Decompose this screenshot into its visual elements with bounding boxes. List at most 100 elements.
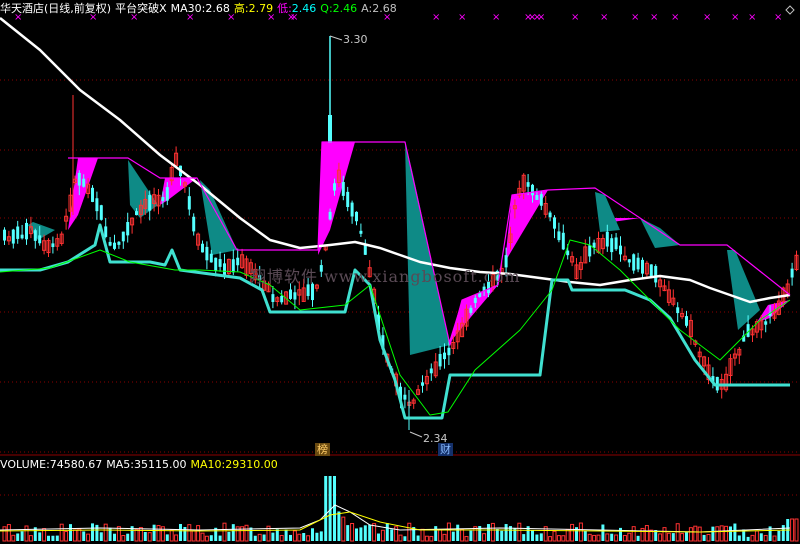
volume-bar — [706, 534, 711, 542]
candle-body — [355, 211, 358, 222]
candle-body — [350, 202, 354, 217]
volume-bar — [77, 528, 82, 542]
volume-bar — [715, 526, 720, 542]
volume-bar — [601, 524, 605, 541]
volume-bar — [350, 522, 355, 542]
ma30-value: 2.68 — [205, 2, 230, 15]
candle-body — [333, 183, 336, 191]
high-label: 高: — [233, 2, 249, 15]
q-label: Q: — [320, 2, 333, 15]
volume-bar — [407, 522, 412, 542]
volume-bar — [578, 522, 583, 542]
signal-x-mark: × — [650, 12, 658, 23]
volume-bar — [262, 534, 266, 541]
candle-body — [341, 181, 345, 196]
price-candles — [3, 36, 799, 430]
volume-bar — [675, 523, 680, 542]
volume-bar — [592, 534, 597, 542]
candle-body — [201, 243, 204, 253]
volume-label: VOLUME: — [0, 458, 50, 471]
volume-bar — [487, 524, 490, 541]
candle-body — [447, 347, 451, 356]
candle-body — [346, 191, 350, 208]
signal-x-mark: × — [458, 12, 466, 23]
volume-bar — [333, 476, 336, 541]
volume-bar — [16, 533, 20, 541]
volume-bar — [368, 524, 372, 541]
candle-body — [535, 195, 539, 200]
watermark-text: 翔博软件 www.xiangbosoft.com — [250, 267, 521, 286]
candle-body — [649, 264, 653, 277]
ma10-value: 29310.00 — [225, 458, 278, 471]
volume-bar — [183, 527, 187, 541]
volume-bar — [28, 535, 33, 542]
volume-bar — [346, 525, 350, 541]
signal-x-mark: × — [671, 12, 679, 23]
volume-bar — [772, 535, 777, 542]
indicator-name: 平台突破X — [115, 2, 167, 15]
candle-body — [632, 254, 636, 271]
candle-body — [526, 182, 530, 187]
volume-bar — [59, 523, 64, 542]
max-price-label: 3.30 — [343, 33, 368, 46]
signal-x-mark: × — [537, 12, 545, 23]
volume-bar — [561, 535, 566, 542]
volume-bar — [24, 525, 29, 542]
volume-bar — [416, 535, 420, 541]
volume-bar — [315, 532, 319, 541]
candle-body — [539, 194, 543, 206]
candle-body — [209, 253, 213, 263]
candle-body — [443, 352, 446, 360]
volume-bar — [759, 533, 763, 541]
a-value: 2.68 — [372, 2, 397, 15]
volume-bar — [746, 536, 750, 541]
candle-body — [289, 289, 292, 299]
volume-bar — [143, 532, 147, 541]
candle-body — [236, 257, 240, 266]
volume-bar — [619, 527, 622, 541]
signal-x-mark: × — [600, 12, 608, 23]
candle-body — [161, 197, 165, 202]
volume-bar — [91, 523, 94, 541]
volume-bar — [51, 535, 55, 541]
candle-body — [553, 217, 556, 229]
volume-bar — [627, 532, 632, 542]
candle-max-body — [328, 115, 332, 143]
candle-body — [214, 257, 218, 271]
candle-body — [557, 231, 561, 241]
volume-bar — [359, 527, 363, 541]
volume-bar — [341, 516, 346, 542]
volume-bar — [209, 535, 213, 541]
volume-bar — [72, 529, 77, 542]
badge-cai[interactable]: 财 — [438, 443, 453, 456]
candle-body — [25, 222, 28, 240]
volume-bar — [169, 529, 174, 542]
volume-panel-header: VOLUME:74580.67 MA5:35115.00 MA10:29310.00 — [0, 458, 282, 472]
badge-bang[interactable]: 榜 — [315, 443, 330, 456]
signal-x-mark: × — [631, 12, 639, 23]
volume-bar — [275, 529, 279, 541]
volume-bar — [302, 533, 306, 541]
volume-bar — [82, 531, 86, 541]
volume-bar — [442, 533, 447, 542]
candle-body — [654, 266, 658, 283]
volume-bar — [680, 533, 685, 542]
volume-bar — [249, 527, 253, 541]
volume-bar — [11, 534, 16, 542]
volume-bar — [244, 524, 249, 542]
volume-bar — [292, 530, 297, 542]
volume-bar — [311, 528, 314, 541]
volume-bar — [187, 524, 192, 542]
volume-bar — [565, 528, 570, 542]
volume-bar — [794, 518, 799, 542]
candle-body — [429, 368, 433, 374]
candle-body — [610, 238, 614, 253]
volume-bar — [6, 524, 11, 542]
volume-bar — [460, 528, 465, 542]
volume-bar — [200, 532, 205, 542]
volume-bar — [662, 527, 667, 542]
volume-bar — [363, 525, 367, 541]
volume-bar — [702, 534, 706, 541]
candle-body — [148, 195, 152, 211]
volume-bar — [231, 524, 235, 541]
